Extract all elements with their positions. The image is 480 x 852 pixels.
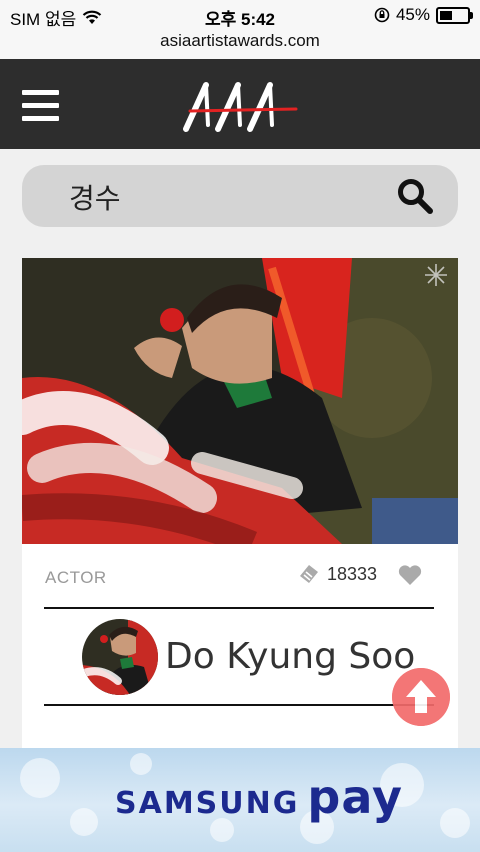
url-bar[interactable]: asiaartistawards.com xyxy=(0,30,480,59)
status-right: 45% xyxy=(374,5,473,25)
vote-count-value: 18333 xyxy=(327,563,378,584)
artist-photo[interactable] xyxy=(22,258,458,544)
search-icon[interactable] xyxy=(396,177,434,215)
samsung-pay-logo: SAMSUNG pay xyxy=(115,770,403,824)
site-logo[interactable] xyxy=(180,77,300,135)
battery-icon xyxy=(436,6,473,24)
category-label: ACTOR xyxy=(45,568,107,587)
ad-brand-samsung: SAMSUNG xyxy=(115,786,300,821)
url-text: asiaartistawards.com xyxy=(160,31,320,50)
ad-brand-pay: pay xyxy=(307,770,403,824)
orientation-lock-icon xyxy=(374,7,390,23)
status-bar: SIM 없음 오후 5:42 45% xyxy=(0,0,480,30)
heart-icon[interactable] xyxy=(397,562,423,588)
ad-banner[interactable]: SAMSUNG pay xyxy=(0,748,480,852)
artist-name[interactable]: Do Kyung Soo xyxy=(165,636,415,677)
avatar[interactable] xyxy=(82,619,158,695)
battery-percent: 45% xyxy=(395,5,430,24)
menu-icon[interactable] xyxy=(22,90,59,121)
ticket-icon xyxy=(300,565,318,583)
search-bar xyxy=(22,165,458,229)
divider-top xyxy=(44,607,434,609)
divider-bottom xyxy=(44,704,434,706)
scroll-to-top-button[interactable] xyxy=(392,668,450,726)
site-header xyxy=(0,59,480,149)
search-input[interactable] xyxy=(67,165,391,229)
vote-count[interactable]: 18333 xyxy=(297,562,377,586)
artist-card[interactable]: ACTOR 18333 Do Kyung Soo xyxy=(22,258,458,758)
